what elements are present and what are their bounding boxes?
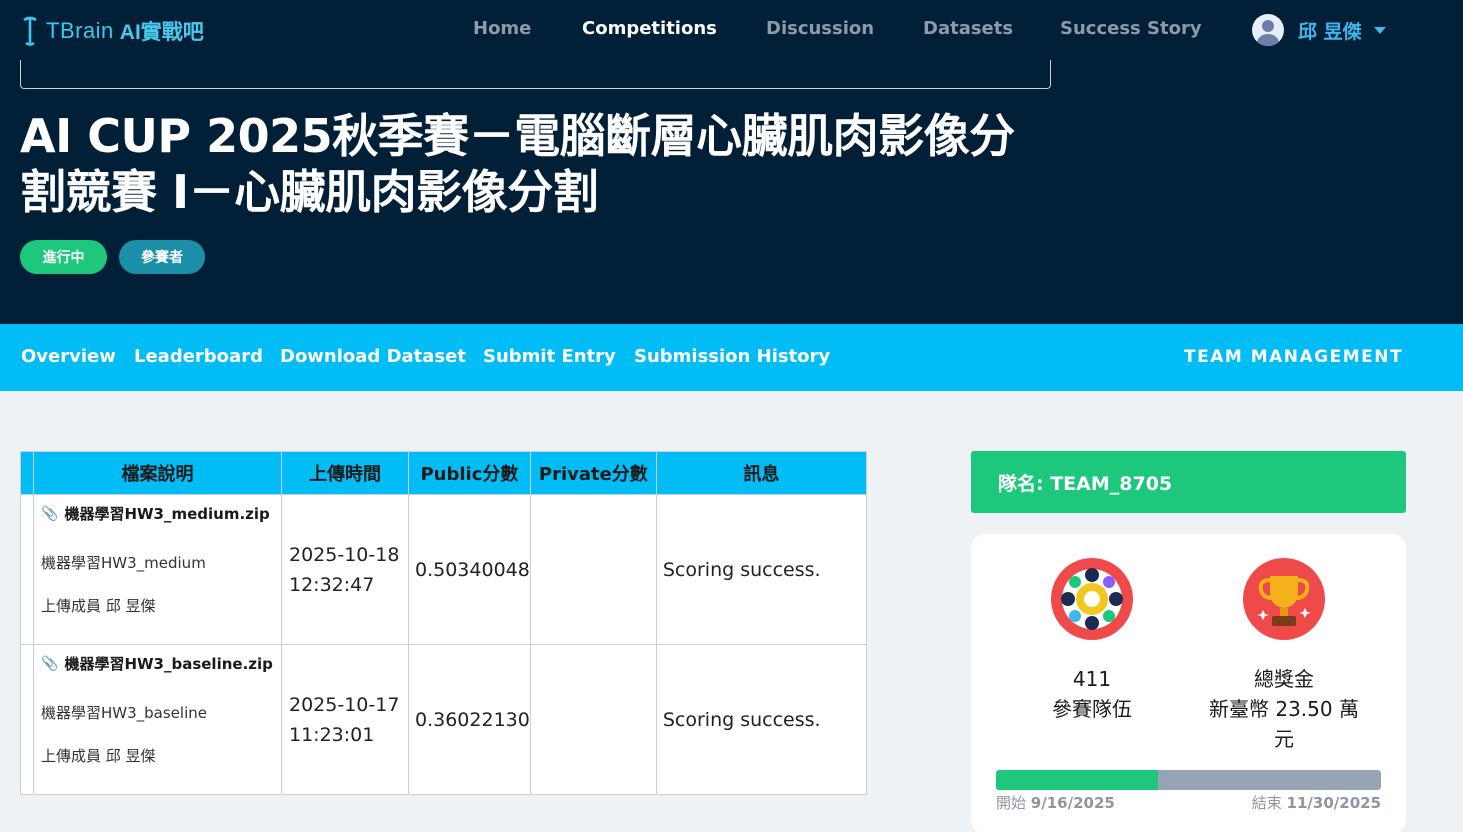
start-date: 開始 9/16/2025 [996, 792, 1115, 813]
caret-down-icon [1373, 26, 1386, 34]
prize-stat: 總獎金 新臺幣 23.50 萬 元 [1204, 558, 1364, 754]
message: Scoring success. [655, 494, 868, 645]
private-score [529, 494, 657, 645]
tab-submit-entry[interactable]: Submit Entry [483, 346, 616, 367]
competition-tabs: Overview Leaderboard Download Dataset Su… [0, 324, 1463, 391]
upload-clock: 11:23:01 [289, 723, 375, 746]
top-nav: Home Competitions Discussion Datasets Su… [0, 18, 1463, 46]
row-marker [20, 644, 34, 795]
tab-download-dataset[interactable]: Download Dataset [280, 346, 466, 367]
team-management-link[interactable]: TEAM MANAGEMENT [1184, 347, 1403, 367]
header-frame [20, 60, 1051, 89]
avatar-icon [1252, 14, 1284, 46]
file-name: 機器學習HW3_baseline.zip [64, 655, 273, 673]
teams-count: 411 [1072, 667, 1112, 691]
paperclip-icon: 📎 [41, 655, 59, 672]
message: Scoring success. [655, 644, 868, 795]
start-label: 開始 [996, 794, 1027, 812]
table-row: 📎 機器學習HW3_medium.zip 機器學習HW3_medium 上傳成員… [20, 494, 868, 645]
start-date-value: 9/16/2025 [1030, 794, 1115, 812]
team-name-bar: 隊名: TEAM_8705 [971, 451, 1406, 513]
submission-history-table: 檔案說明 上傳時間 Public分數 Private分數 訊息 📎 機器學習HW… [20, 451, 868, 795]
upload-clock: 12:32:47 [289, 573, 375, 596]
col-public-score: Public分數 [408, 451, 531, 495]
tab-leaderboard[interactable]: Leaderboard [134, 346, 263, 367]
competition-info-card: 411 參賽隊伍 總獎金 新臺幣 23.50 萬 元 開始 9/16/2025 … [971, 534, 1406, 832]
upload-date: 2025-10-17 [289, 693, 400, 716]
nav-discussion[interactable]: Discussion [766, 18, 874, 39]
page-title: AI CUP 2025秋季賽－電腦斷層心臟肌肉影像分割競賽 I－心臟肌肉影像分割 [20, 109, 1015, 219]
tab-overview[interactable]: Overview [21, 346, 116, 367]
prize-value: 新臺幣 23.50 萬 [1209, 697, 1359, 721]
prize-title: 總獎金 [1254, 667, 1314, 691]
file-cell: 📎 機器學習HW3_baseline.zip 機器學習HW3_baseline … [33, 644, 282, 795]
tab-submission-history[interactable]: Submission History [634, 346, 830, 367]
file-cell: 📎 機器學習HW3_medium.zip 機器學習HW3_medium 上傳成員… [33, 494, 282, 645]
prize-unit: 元 [1274, 727, 1294, 751]
nav-datasets[interactable]: Datasets [923, 18, 1013, 39]
public-score: 0.36022130 [408, 644, 531, 795]
status-badge: 進行中 [20, 240, 107, 274]
nav-home[interactable]: Home [473, 18, 531, 39]
col-message: 訊息 [655, 451, 868, 495]
team-circle-icon [1051, 558, 1133, 640]
table-header-row: 檔案說明 上傳時間 Public分數 Private分數 訊息 [20, 451, 868, 495]
user-name: 邱 昱傑 [1298, 20, 1362, 43]
paperclip-icon: 📎 [41, 505, 59, 522]
upload-time-cell: 2025-10-18 12:32:47 [281, 494, 409, 645]
teams-stat: 411 參賽隊伍 [1041, 558, 1143, 724]
end-date-value: 11/30/2025 [1286, 794, 1381, 812]
row-marker [20, 494, 34, 645]
file-uploader: 上傳成員 邱 昱傑 [41, 597, 156, 615]
table-row: 📎 機器學習HW3_baseline.zip 機器學習HW3_baseline … [20, 644, 868, 795]
public-score: 0.50340048 [408, 494, 531, 645]
col-upload-time: 上傳時間 [281, 451, 409, 495]
team-circle-graphic [1061, 568, 1123, 630]
competition-header: TBrain AI實戰吧 Home Competitions Discussio… [0, 0, 1463, 324]
trophy-icon [1243, 558, 1325, 640]
end-label: 結束 [1251, 794, 1282, 812]
col-private-score: Private分數 [529, 451, 657, 495]
timeline-progress-bar [996, 770, 1381, 790]
file-name: 機器學習HW3_medium.zip [64, 505, 270, 523]
teams-label: 參賽隊伍 [1052, 697, 1132, 721]
role-badge: 參賽者 [119, 240, 205, 274]
trophy-graphic [1257, 576, 1311, 626]
file-description: 機器學習HW3_baseline [41, 704, 207, 722]
end-date: 結束 11/30/2025 [1252, 792, 1381, 813]
file-description: 機器學習HW3_medium [41, 554, 206, 572]
file-uploader: 上傳成員 邱 昱傑 [41, 747, 156, 765]
private-score [529, 644, 657, 795]
nav-success-story[interactable]: Success Story [1060, 18, 1202, 39]
col-file-description: 檔案說明 [33, 451, 282, 495]
nav-competitions[interactable]: Competitions [582, 18, 717, 39]
upload-time-cell: 2025-10-17 11:23:01 [281, 644, 409, 795]
upload-date: 2025-10-18 [289, 543, 400, 566]
file-link[interactable]: 📎 機器學習HW3_medium.zip [41, 503, 273, 524]
file-link[interactable]: 📎 機器學習HW3_baseline.zip [41, 653, 273, 674]
row-marker-header [20, 451, 34, 495]
timeline-progress-fill [996, 770, 1158, 790]
user-menu[interactable]: 邱 昱傑 [1252, 14, 1386, 46]
